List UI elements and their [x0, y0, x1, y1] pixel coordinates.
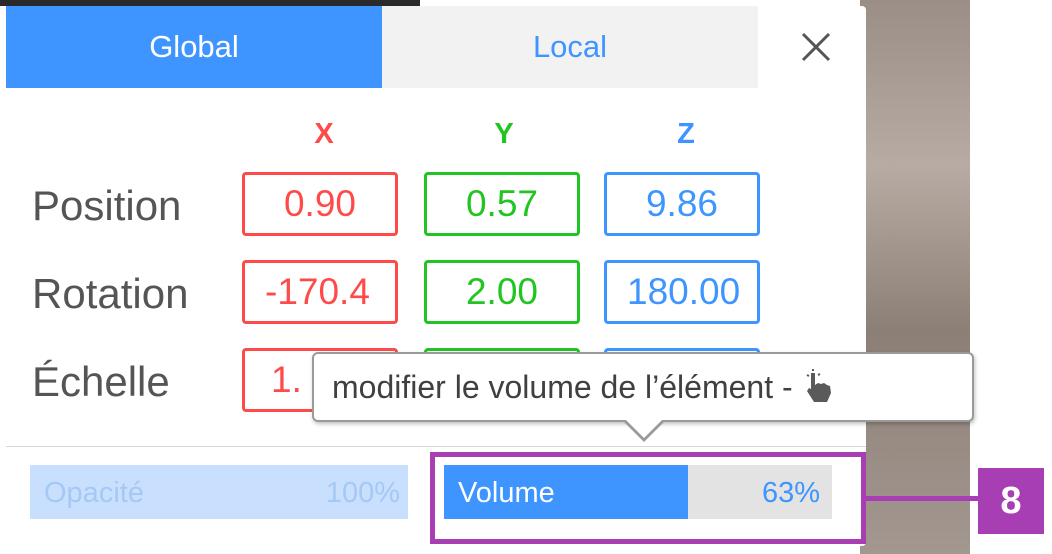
tooltip: modifier le volume de l’élément -: [312, 352, 974, 422]
position-label: Position: [32, 182, 182, 229]
callout-connector: [866, 496, 978, 501]
tab-bar: Global Local: [6, 6, 866, 88]
tab-global[interactable]: Global: [6, 6, 382, 88]
rotation-x-field[interactable]: -170.4: [242, 260, 398, 324]
position-y-field[interactable]: 0.57: [424, 172, 580, 236]
opacity-slider[interactable]: Opacité 100%: [30, 465, 408, 519]
position-z-field[interactable]: 9.86: [604, 172, 760, 236]
axis-x-label: X: [314, 118, 334, 150]
axis-z-label: Z: [677, 118, 695, 150]
tooltip-arrow-fill: [624, 418, 664, 438]
opacity-value: 100%: [325, 477, 400, 509]
rotation-y-field[interactable]: 2.00: [424, 260, 580, 324]
highlight-frame: [430, 452, 866, 544]
close-button[interactable]: [766, 6, 866, 88]
position-x-field[interactable]: 0.90: [242, 172, 398, 236]
opacity-label: Opacité: [44, 477, 144, 509]
step-badge: 8: [978, 468, 1044, 534]
rotation-z-field[interactable]: 180.00: [604, 260, 760, 324]
tab-local[interactable]: Local: [382, 6, 758, 88]
divider: [6, 446, 866, 447]
rotation-label: Rotation: [32, 270, 189, 317]
pointing-hand-icon: [806, 369, 831, 402]
tooltip-text: modifier le volume de l’élément -: [332, 368, 793, 405]
axis-y-label: Y: [494, 118, 514, 150]
close-icon: [801, 32, 831, 62]
scale-label: Échelle: [32, 358, 170, 405]
